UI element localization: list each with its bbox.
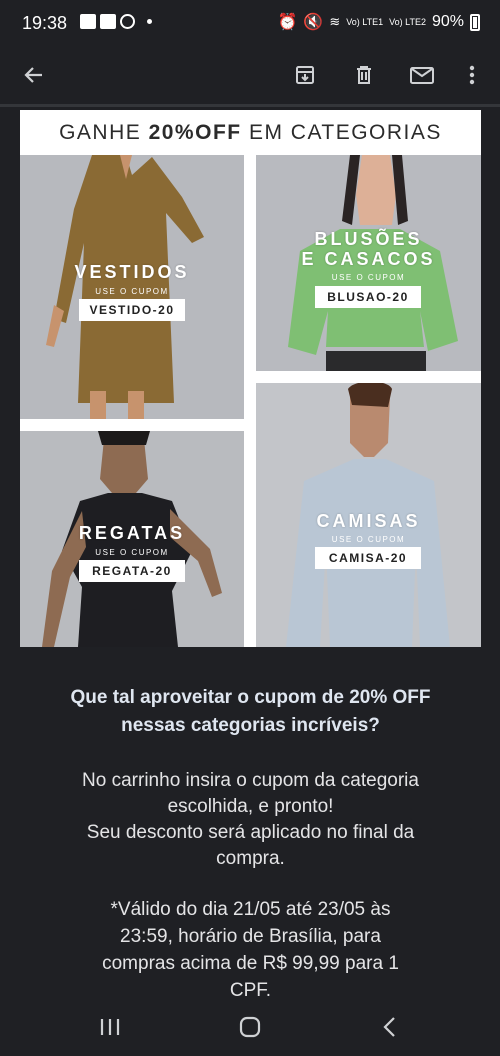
status-bar: 19:38 ⏰ 🔇 ≋ Vo) LTE1 Vo) LTE2 90% bbox=[0, 0, 500, 46]
tile-camisas-sub: USE O CUPOM bbox=[331, 535, 406, 544]
validity-terms: *Válido do dia 21/05 até 23/05 às 23:59,… bbox=[20, 896, 481, 1004]
nav-back-icon[interactable] bbox=[372, 1012, 408, 1042]
headline-line1: Que tal aproveitar o cupom de 20% OFF bbox=[70, 687, 431, 708]
mute-icon: 🔇 bbox=[303, 14, 324, 31]
status-time: 19:38 bbox=[22, 13, 68, 33]
coupon-vestido[interactable]: VESTIDO-20 bbox=[79, 299, 185, 321]
tile-vestidos[interactable]: VESTIDOS USE O CUPOM VESTIDO-20 bbox=[20, 155, 244, 419]
signal-2-icon: Vo) LTE2 bbox=[389, 16, 426, 27]
home-icon[interactable] bbox=[232, 1012, 268, 1042]
coupon-camisa[interactable]: CAMISA-20 bbox=[315, 547, 421, 569]
archive-icon[interactable] bbox=[289, 59, 321, 91]
tile-blusoes-label-line1: BLUSÕES bbox=[314, 229, 423, 249]
headline: Que tal aproveitar o cupom de 20% OFF ne… bbox=[20, 684, 481, 740]
banner-title: GANHE 20%OFF EM CATEGORIAS bbox=[20, 110, 481, 155]
status-right-icons: ⏰ 🔇 ≋ Vo) LTE1 Vo) LTE2 90% bbox=[277, 12, 480, 32]
play-notification-icon bbox=[120, 14, 135, 29]
battery-percent: 90% bbox=[431, 13, 464, 30]
system-nav-bar bbox=[0, 998, 500, 1056]
tile-regatas-label: REGATAS bbox=[78, 523, 186, 543]
tile-camisas-label: CAMISAS bbox=[316, 511, 421, 531]
signal-1-icon: Vo) LTE1 bbox=[346, 16, 384, 27]
toolbar-divider bbox=[0, 104, 500, 107]
mark-unread-icon[interactable] bbox=[406, 59, 438, 91]
back-arrow-icon[interactable] bbox=[18, 59, 50, 91]
tile-blusoes-sub: USE O CUPOM bbox=[331, 273, 406, 282]
instructions-line: compra. bbox=[216, 848, 285, 869]
wifi-icon: ≋ bbox=[329, 14, 341, 29]
tile-blusoes-label-line2: E CASACOS bbox=[301, 249, 436, 269]
instructions-line: escolhida, e pronto! bbox=[167, 796, 334, 817]
category-grid: VESTIDOS USE O CUPOM VESTIDO-20 BLUSÕES E… bbox=[20, 155, 481, 647]
validity-line: 23:59, horário de Brasília, para bbox=[120, 926, 381, 947]
tile-vestidos-sub: USE O CUPOM bbox=[95, 287, 169, 296]
tile-regatas[interactable]: REGATAS USE O CUPOM REGATA-20 bbox=[20, 431, 244, 647]
tile-blusoes[interactable]: BLUSÕES E CASACOS USE O CUPOM BLUSAO-20 bbox=[256, 155, 481, 371]
banner-title-bold: 20%OFF bbox=[148, 120, 242, 144]
recent-apps-icon[interactable] bbox=[92, 1012, 128, 1042]
instructions-line: No carrinho insira o cupom da categoria bbox=[82, 770, 419, 791]
banner-title-suffix: EM CATEGORIAS bbox=[241, 120, 442, 144]
alarm-icon: ⏰ bbox=[277, 14, 298, 31]
tile-camisas[interactable]: CAMISAS USE O CUPOM CAMISA-20 bbox=[256, 383, 481, 647]
email-body: GANHE 20%OFF EM CATEGORIAS VESTIDOS USE … bbox=[20, 110, 481, 647]
sum-notification-icon bbox=[100, 14, 116, 29]
tile-vestidos-label: VESTIDOS bbox=[74, 262, 190, 282]
headline-line2: nessas categorias incríveis? bbox=[121, 715, 380, 736]
coupon-blusao[interactable]: BLUSAO-20 bbox=[315, 286, 421, 308]
instructions-line: Seu desconto será aplicado no final da bbox=[86, 822, 415, 843]
battery-icon bbox=[470, 13, 480, 31]
email-toolbar bbox=[0, 46, 500, 104]
banner-title-prefix: GANHE bbox=[59, 120, 149, 144]
tile-regatas-sub: USE O CUPOM bbox=[95, 548, 169, 557]
notification-icons bbox=[80, 14, 152, 29]
gallery-notification-icon bbox=[80, 14, 96, 29]
more-options-icon[interactable] bbox=[456, 59, 488, 91]
coupon-regata[interactable]: REGATA-20 bbox=[79, 560, 185, 582]
instructions: No carrinho insira o cupom da categoria … bbox=[20, 768, 481, 872]
validity-line: *Válido do dia 21/05 até 23/05 às bbox=[110, 899, 391, 920]
validity-line: compras acima de R$ 99,99 para 1 bbox=[102, 953, 399, 974]
more-notifications-dot-icon bbox=[147, 19, 152, 24]
delete-icon[interactable] bbox=[348, 59, 380, 91]
tile-blusoes-label: BLUSÕES E CASACOS bbox=[256, 229, 481, 269]
